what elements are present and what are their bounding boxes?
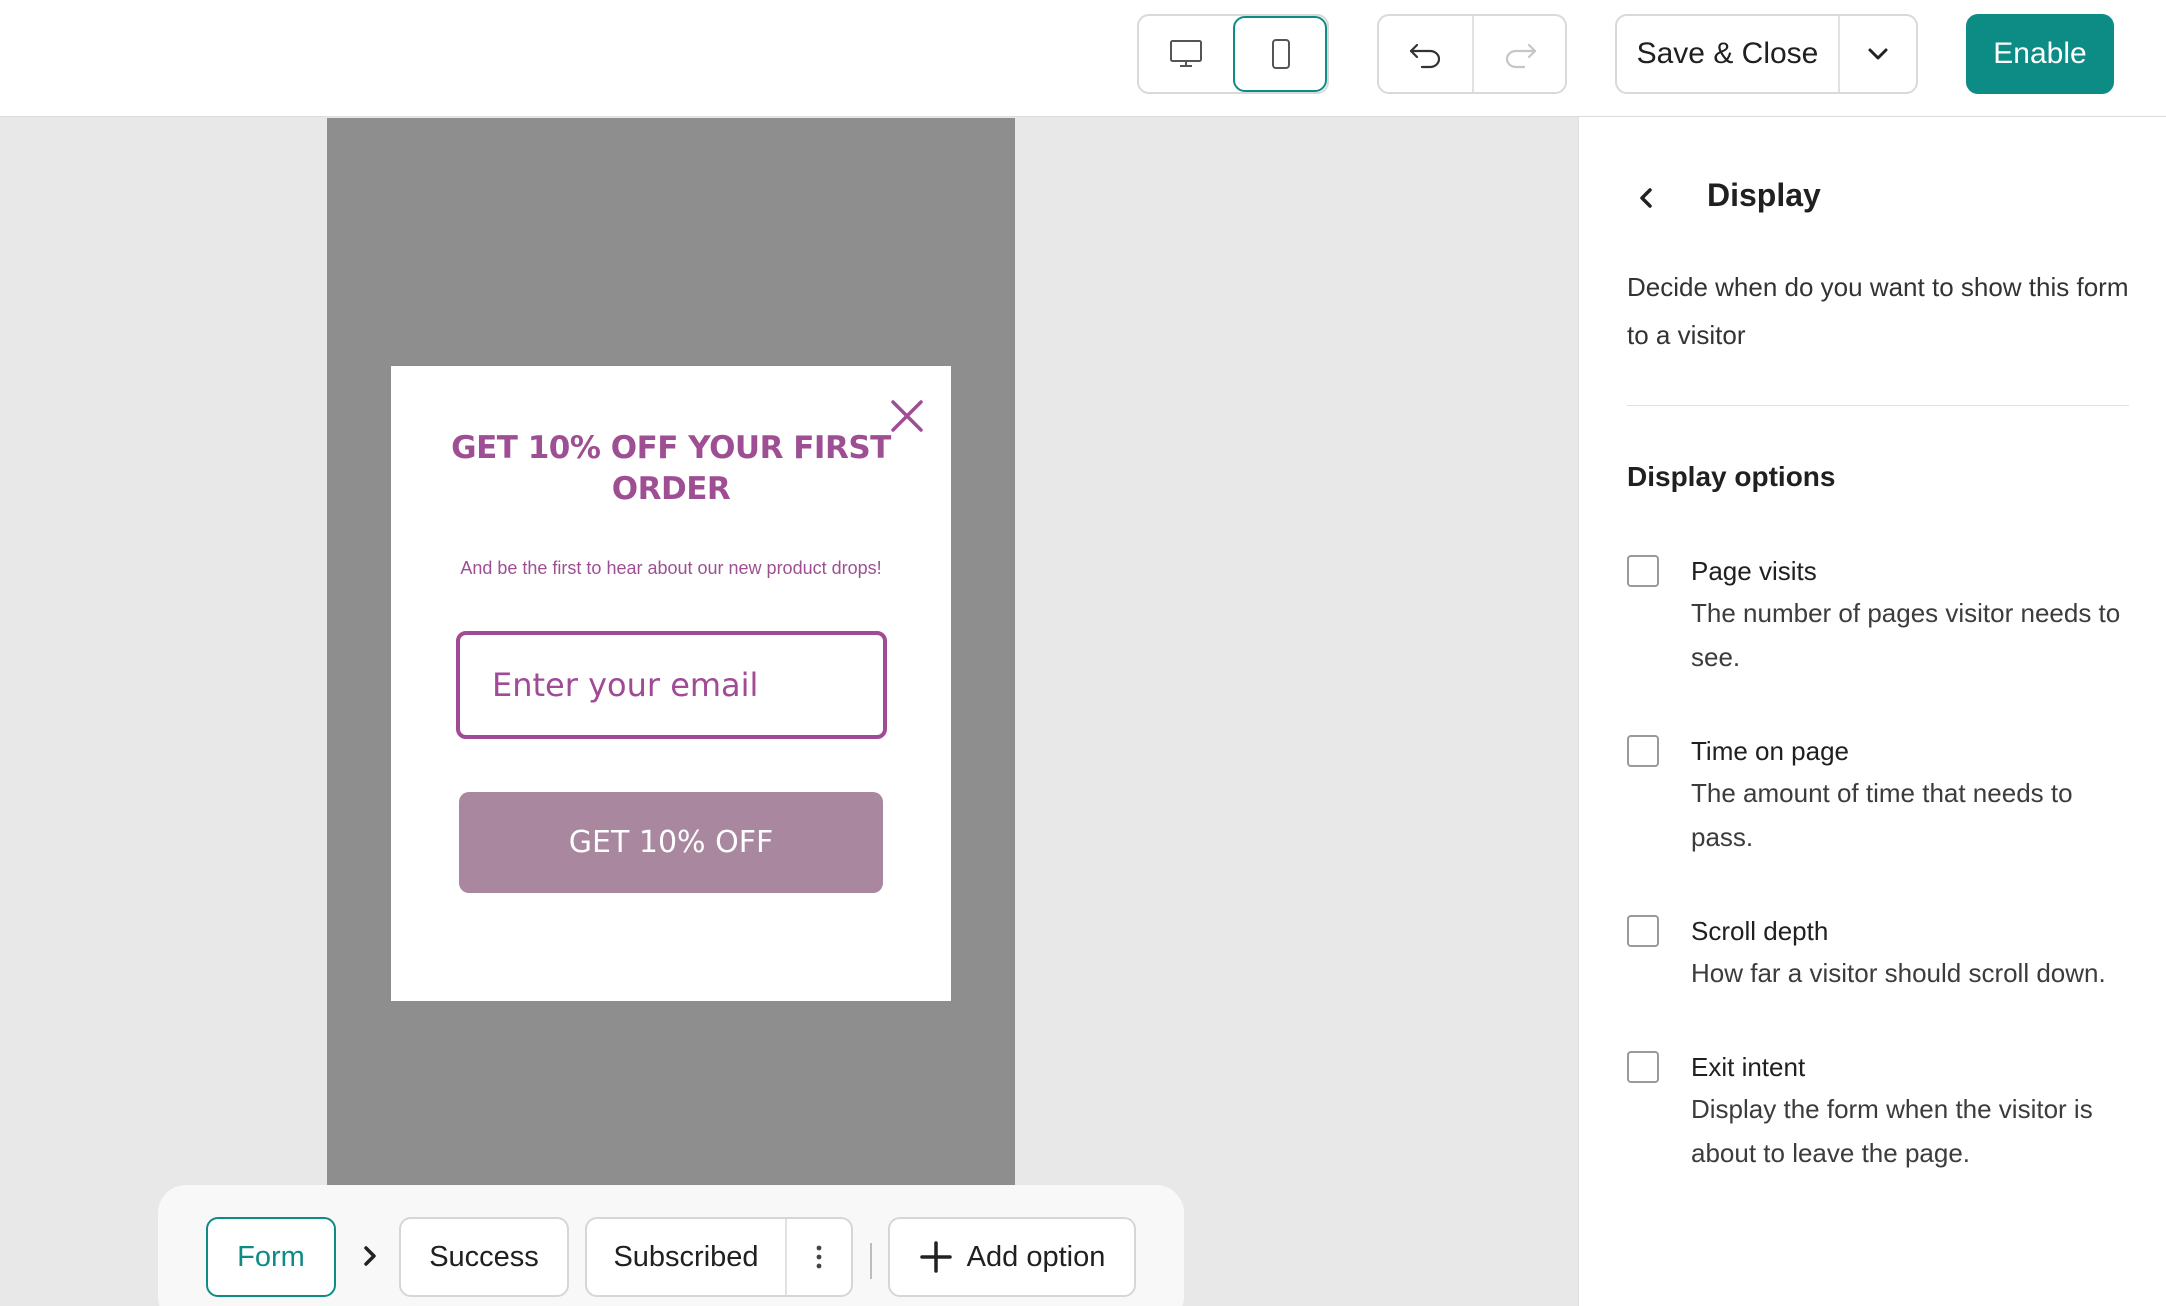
option-description: Display the form when the visitor is abo…: [1691, 1094, 2093, 1168]
step-form-button[interactable]: Form: [206, 1217, 336, 1297]
undo-icon: [1409, 43, 1440, 69]
option-title[interactable]: Exit intent: [1691, 1047, 1805, 1087]
popup-title[interactable]: GET 10% OFF YOUR FIRST ORDER: [451, 428, 891, 510]
redo-button[interactable]: [1472, 16, 1565, 92]
device-toggle: [1137, 14, 1329, 94]
email-field[interactable]: [456, 631, 887, 739]
panel-divider: [1627, 405, 2129, 406]
mobile-view-button[interactable]: [1233, 16, 1327, 92]
save-close-button[interactable]: Save & Close: [1617, 16, 1838, 92]
exit-intent-checkbox[interactable]: [1627, 1051, 1659, 1083]
step-subscribed-menu-button[interactable]: [785, 1219, 851, 1295]
chevron-left-icon[interactable]: [1631, 183, 1661, 213]
desktop-icon: [1170, 40, 1202, 67]
signup-popup[interactable]: GET 10% OFF YOUR FIRST ORDER And be the …: [391, 366, 951, 1001]
panel-title: Display: [1707, 177, 1821, 213]
page-visits-checkbox[interactable]: [1627, 555, 1659, 587]
step-subscribed-group: Subscribed: [585, 1217, 853, 1297]
save-close-group: Save & Close: [1615, 14, 1918, 94]
enable-button[interactable]: Enable: [1966, 14, 2114, 94]
chevron-down-icon: [1868, 48, 1888, 60]
option-description: The number of pages visitor needs to see…: [1691, 598, 2121, 672]
time-on-page-checkbox[interactable]: [1627, 735, 1659, 767]
undo-button[interactable]: [1379, 16, 1472, 92]
popup-cta-button[interactable]: GET 10% OFF: [459, 792, 883, 893]
scroll-depth-checkbox[interactable]: [1627, 915, 1659, 947]
desktop-view-button[interactable]: [1139, 16, 1233, 92]
history-controls: [1377, 14, 1567, 94]
display-settings-panel: Display Decide when do you want to show …: [1578, 117, 2166, 1306]
more-vertical-icon: [816, 1245, 822, 1269]
panel-description: Decide when do you want to show this for…: [1627, 272, 2129, 350]
add-option-button[interactable]: Add option: [888, 1217, 1136, 1297]
option-description: The amount of time that needs to pass.: [1691, 778, 2073, 852]
step-bar: Form Success Subscribed Add option: [158, 1185, 1184, 1306]
option-description: How far a visitor should scroll down.: [1691, 958, 2106, 988]
step-subscribed-button[interactable]: Subscribed: [587, 1219, 785, 1295]
popup-subtitle[interactable]: And be the first to hear about our new p…: [411, 558, 931, 579]
display-options-heading: Display options: [1627, 461, 1836, 492]
email-input[interactable]: [492, 666, 883, 704]
plus-icon: [919, 1241, 952, 1273]
add-option-label: Add option: [966, 1240, 1106, 1273]
option-title[interactable]: Time on page: [1691, 731, 1849, 771]
redo-icon: [1505, 43, 1536, 69]
top-toolbar: Save & Close Enable: [0, 0, 2166, 117]
mobile-icon: [1272, 39, 1290, 69]
save-options-button[interactable]: [1838, 16, 1916, 92]
step-divider: [870, 1243, 872, 1279]
option-title[interactable]: Scroll depth: [1691, 911, 1828, 951]
option-title[interactable]: Page visits: [1691, 551, 1817, 591]
chevron-right-icon: [364, 1246, 376, 1266]
step-success-button[interactable]: Success: [399, 1217, 569, 1297]
